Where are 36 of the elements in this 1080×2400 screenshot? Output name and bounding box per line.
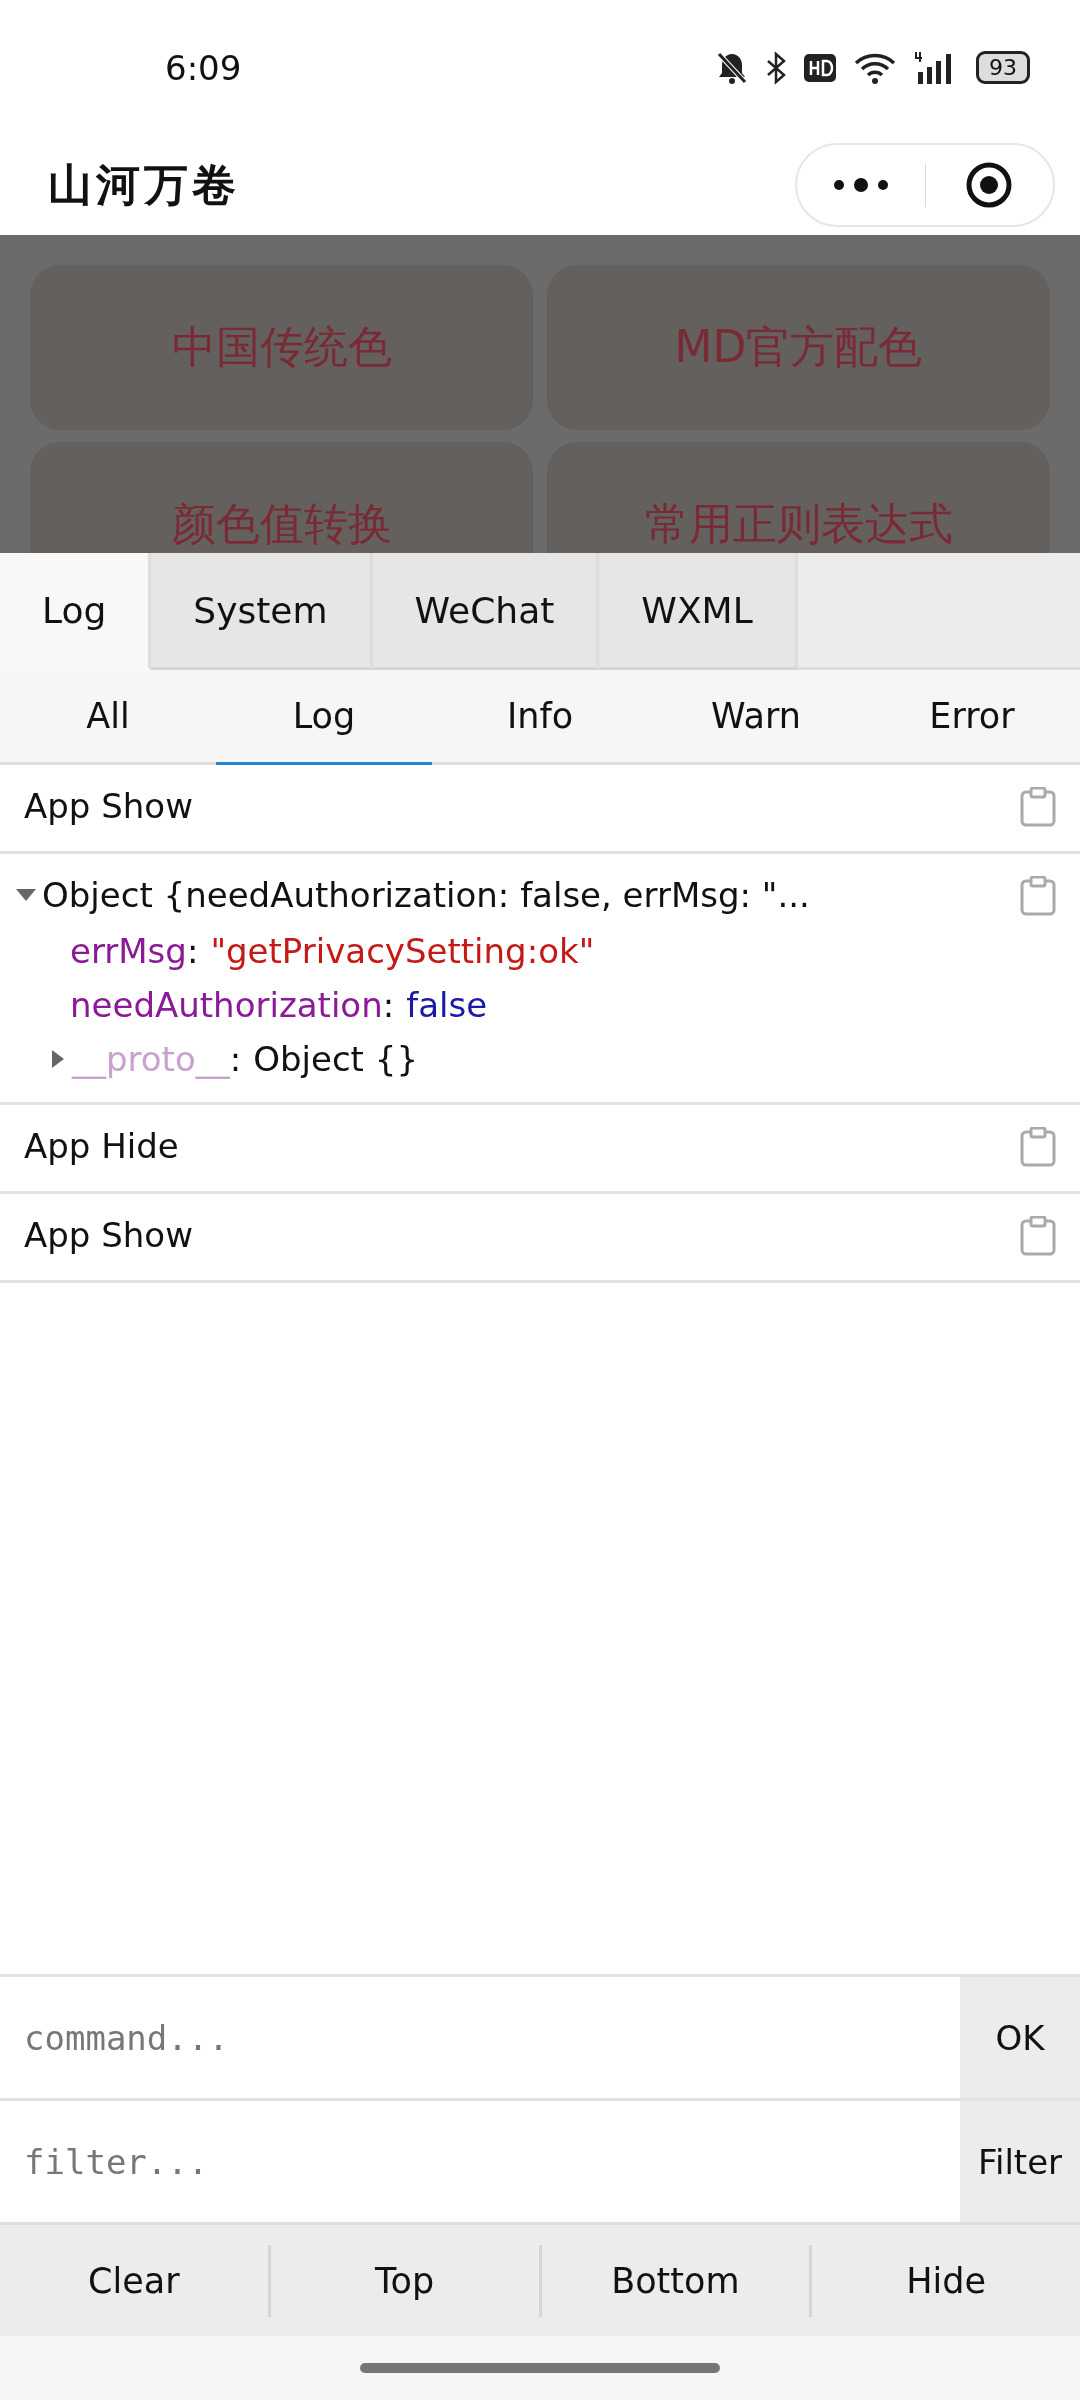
hd-icon <box>804 53 836 82</box>
status-time: 6:09 <box>165 47 243 88</box>
bell-muted-icon <box>716 50 748 85</box>
property-colon: : <box>186 930 199 973</box>
log-message: App Show <box>24 785 194 828</box>
property-value: "getPrivacySetting:ok" <box>210 930 595 973</box>
property-key: __proto__ <box>72 1034 230 1084</box>
level-tab[interactable]: Info <box>432 670 648 765</box>
panel-tab[interactable]: WeChat <box>372 553 600 670</box>
close-target-icon[interactable] <box>965 161 1014 209</box>
action-button[interactable]: Top <box>267 2244 539 2317</box>
property-key: needAuthorization <box>70 980 383 1030</box>
action-button[interactable]: Bottom <box>538 2244 810 2317</box>
panel-tab[interactable]: System <box>151 553 373 670</box>
log-message: App Hide <box>24 1125 180 1168</box>
ok-button[interactable]: OK <box>960 1977 1080 2098</box>
property-key: errMsg <box>70 926 187 976</box>
level-tab[interactable]: Warn <box>648 670 864 765</box>
level-tab[interactable]: All <box>0 670 216 765</box>
property-value: Object {} <box>253 1038 419 1081</box>
panel-tab[interactable]: Log <box>0 553 152 670</box>
more-icon[interactable] <box>832 177 889 193</box>
level-tab[interactable]: Log <box>216 670 432 765</box>
property-value: false <box>406 984 488 1027</box>
action-button[interactable]: Hide <box>809 2244 1080 2317</box>
panel-tab[interactable]: WXML <box>599 553 798 670</box>
filter-button[interactable]: Filter <box>960 2101 1080 2222</box>
action-button[interactable]: Clear <box>0 2244 268 2317</box>
property-colon: : <box>229 1038 242 1081</box>
log-object-summary: Object {needAuthorization: false, errMsg: "... <box>42 874 810 917</box>
log-message: App Show <box>24 1214 194 1257</box>
battery-level: 93 <box>976 51 1030 84</box>
level-tab[interactable]: Error <box>864 670 1080 765</box>
bluetooth-icon <box>766 50 786 85</box>
property-colon: : <box>382 984 395 1027</box>
app-title: 山河万卷 <box>48 157 241 212</box>
